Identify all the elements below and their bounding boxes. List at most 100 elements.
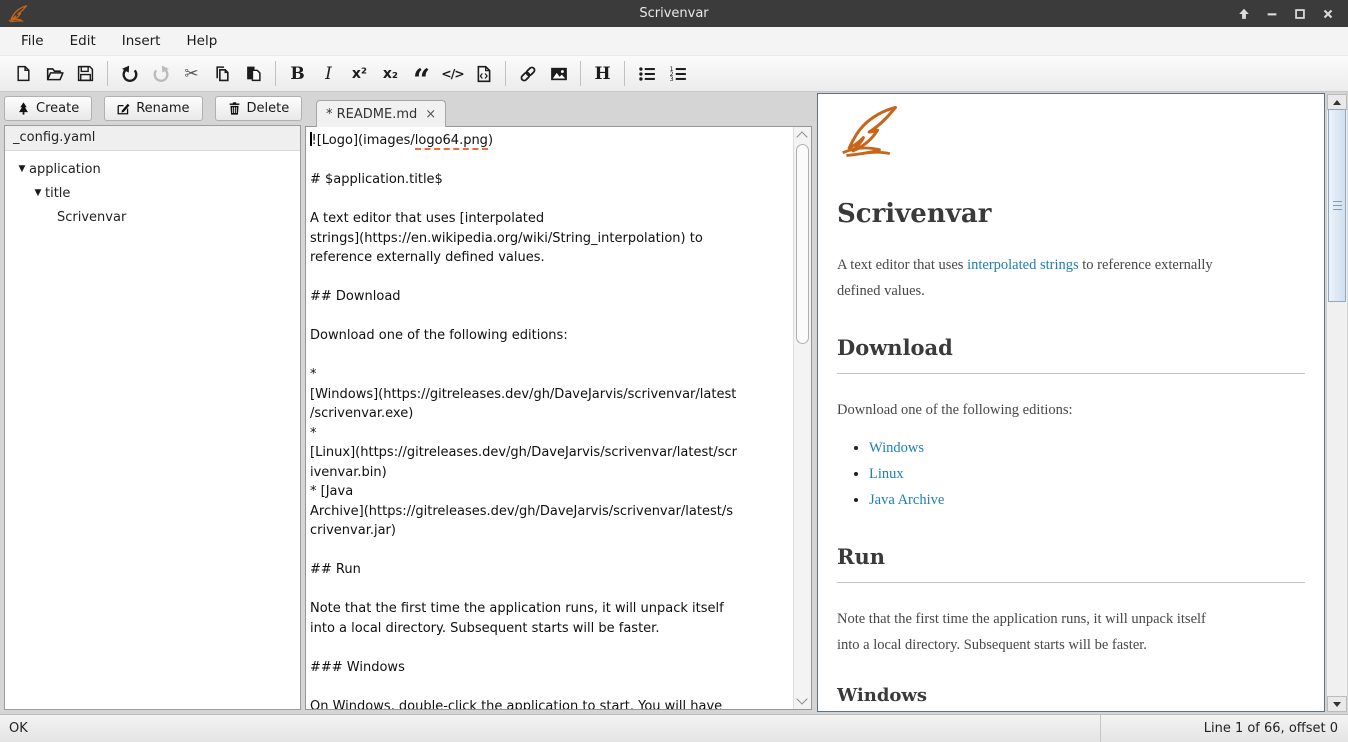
toolbar-separator bbox=[275, 61, 276, 86]
delete-button[interactable]: Delete bbox=[215, 96, 303, 121]
menu-help[interactable]: Help bbox=[173, 27, 230, 55]
definitions-tree: ▼ application ▼ title Scrivenvar bbox=[5, 151, 300, 229]
tab-bar: * README.md × bbox=[305, 96, 812, 126]
java-archive-download-link[interactable]: Java Archive bbox=[869, 492, 944, 508]
subscript-button[interactable]: x₂ bbox=[375, 60, 406, 88]
tree-icon bbox=[17, 102, 30, 115]
close-window-button[interactable] bbox=[1318, 4, 1338, 24]
caret-position-status: Line 1 of 66, offset 0 bbox=[1100, 715, 1348, 742]
windows-download-link[interactable]: Windows bbox=[869, 440, 924, 456]
tab-label: * README.md bbox=[326, 107, 417, 122]
interpolated-strings-link[interactable]: interpolated strings bbox=[967, 257, 1079, 273]
paste-button[interactable] bbox=[238, 60, 269, 88]
markdown-editor[interactable]: ![Logo](images/logo64.png) # $applicatio… bbox=[306, 127, 793, 709]
bullet-list-button[interactable] bbox=[631, 60, 662, 88]
italic-button[interactable]: I bbox=[313, 60, 344, 88]
toolbar-separator bbox=[107, 61, 108, 86]
window-title: Scrivenvar bbox=[0, 6, 1348, 21]
undo-button[interactable] bbox=[114, 60, 145, 88]
list-item: Linux bbox=[869, 461, 1324, 487]
preview-scroll-up-button[interactable] bbox=[1327, 94, 1347, 110]
toolbar-separator bbox=[624, 61, 625, 86]
inline-code-button[interactable]: </> bbox=[437, 60, 468, 88]
menu-file[interactable]: File bbox=[8, 27, 57, 55]
preview-scrollbar[interactable] bbox=[1326, 94, 1347, 712]
delete-button-label: Delete bbox=[247, 101, 290, 116]
status-message: OK bbox=[0, 721, 1100, 736]
insert-link-button[interactable] bbox=[512, 60, 543, 88]
tree-node-title[interactable]: ▼ title bbox=[5, 181, 300, 205]
shade-window-button[interactable] bbox=[1234, 4, 1254, 24]
redo-icon bbox=[152, 65, 170, 83]
code-block-button[interactable] bbox=[468, 60, 499, 88]
editor-first-line: ![Logo](images/logo64.png) bbox=[310, 131, 793, 151]
download-links-list: Windows Linux Java Archive bbox=[837, 435, 1324, 513]
save-button[interactable] bbox=[70, 60, 101, 88]
menubar: File Edit Insert Help bbox=[0, 27, 1348, 55]
toolbar: ✂ B I x² x₂ “ bbox=[0, 55, 1348, 92]
editor-box: ![Logo](images/logo64.png) # $applicatio… bbox=[305, 126, 812, 710]
titlebar: Scrivenvar bbox=[0, 0, 1348, 27]
bold-icon: B bbox=[290, 64, 304, 84]
rename-button[interactable]: Rename bbox=[104, 96, 202, 121]
cut-scissors-icon: ✂ bbox=[184, 64, 198, 84]
copy-button[interactable] bbox=[207, 60, 238, 88]
list-item: Windows bbox=[869, 435, 1324, 461]
scroll-down-icon[interactable] bbox=[796, 693, 807, 704]
open-file-button[interactable] bbox=[39, 60, 70, 88]
maximize-icon bbox=[1293, 7, 1307, 21]
preview-scrollbar-thumb[interactable] bbox=[1328, 109, 1346, 302]
app-window: Scrivenvar bbox=[0, 0, 1348, 742]
misspelled-word: logo64.png bbox=[415, 133, 488, 150]
download-heading: Download bbox=[837, 335, 1305, 374]
scroll-up-icon[interactable] bbox=[796, 131, 807, 142]
linux-download-link[interactable]: Linux bbox=[869, 466, 904, 482]
tree-node-application[interactable]: ▼ application bbox=[5, 157, 300, 181]
maximize-button[interactable] bbox=[1290, 4, 1310, 24]
edit-pencil-icon bbox=[117, 102, 130, 115]
create-button[interactable]: Create bbox=[4, 96, 92, 121]
expander-icon[interactable]: ▼ bbox=[31, 188, 45, 198]
inline-code-icon: </> bbox=[441, 66, 464, 81]
triangle-up-icon bbox=[1333, 100, 1341, 105]
bold-button[interactable]: B bbox=[282, 60, 313, 88]
numbered-list-icon: 1 2 3 bbox=[669, 65, 687, 83]
preview-title: Scrivenvar bbox=[837, 199, 1324, 229]
close-icon bbox=[1321, 7, 1335, 21]
superscript-button[interactable]: x² bbox=[344, 60, 375, 88]
cut-button[interactable]: ✂ bbox=[176, 60, 207, 88]
app-feather-logo-icon bbox=[7, 4, 29, 24]
run-text: Note that the first time the application… bbox=[837, 606, 1324, 658]
minimize-button[interactable] bbox=[1262, 4, 1282, 24]
save-floppy-icon bbox=[77, 65, 94, 82]
definitions-file-name[interactable]: _config.yaml bbox=[5, 126, 300, 151]
italic-icon: I bbox=[325, 64, 332, 84]
download-text: Download one of the following editions: bbox=[837, 397, 1324, 423]
editor-scrollbar[interactable] bbox=[793, 127, 811, 709]
bullet-list-icon bbox=[638, 65, 656, 83]
blockquote-button[interactable]: “ bbox=[406, 60, 437, 88]
preview-scroll-down-button[interactable] bbox=[1327, 696, 1347, 712]
windows-heading: Windows bbox=[837, 685, 1324, 706]
tab-close-icon[interactable]: × bbox=[425, 107, 436, 122]
rename-button-label: Rename bbox=[136, 101, 189, 116]
menu-insert[interactable]: Insert bbox=[109, 27, 174, 55]
tree-leaf-scrivenvar[interactable]: Scrivenvar bbox=[5, 205, 300, 229]
editor-pane: * README.md × ![Logo](images/logo64.png)… bbox=[305, 96, 812, 710]
toolbar-separator bbox=[505, 61, 506, 86]
redo-button[interactable] bbox=[145, 60, 176, 88]
triangle-down-icon bbox=[1333, 702, 1341, 707]
numbered-list-button[interactable]: 1 2 3 bbox=[662, 60, 693, 88]
new-file-button[interactable] bbox=[8, 60, 39, 88]
menu-edit[interactable]: Edit bbox=[57, 27, 109, 55]
heading-button[interactable]: H bbox=[587, 60, 618, 88]
run-heading: Run bbox=[837, 544, 1305, 583]
undo-icon bbox=[121, 65, 139, 83]
superscript-icon: x² bbox=[352, 66, 367, 82]
html-preview-pane: Scrivenvar A text editor that uses inter… bbox=[817, 93, 1325, 712]
create-button-label: Create bbox=[36, 101, 79, 116]
tab-readme[interactable]: * README.md × bbox=[316, 100, 446, 127]
insert-image-button[interactable] bbox=[543, 60, 574, 88]
expander-icon[interactable]: ▼ bbox=[15, 164, 29, 174]
editor-scrollbar-thumb[interactable] bbox=[796, 144, 809, 344]
